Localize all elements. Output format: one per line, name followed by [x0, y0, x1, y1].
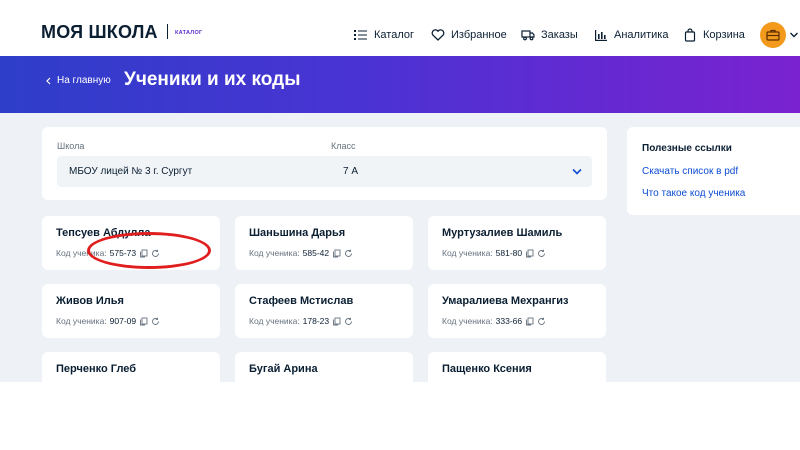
copy-icon[interactable]	[332, 317, 341, 326]
student-code: Код ученика: 178-23	[249, 316, 353, 326]
nav-analytics-label: Аналитика	[614, 29, 669, 41]
class-select[interactable]: 7 А	[331, 156, 592, 187]
class-select-value: 7 А	[343, 166, 359, 177]
filter-card: Школа МБОУ лицей № 3 г. Сургут Класс 7 А	[42, 127, 607, 200]
student-code: Код ученика: 581-80	[442, 248, 546, 258]
school-select-value: МБОУ лицей № 3 г. Сургут	[69, 166, 193, 177]
page-banner: На главную Ученики и их коды	[0, 56, 800, 113]
student-code-prefix: Код ученика:	[56, 248, 107, 258]
refresh-icon[interactable]	[151, 317, 160, 326]
briefcase-icon	[766, 29, 780, 41]
student-code-prefix: Код ученика:	[249, 248, 300, 258]
copy-icon[interactable]	[139, 317, 148, 326]
student-code-value: 178-23	[302, 316, 330, 326]
student-code-prefix: Код ученика:	[442, 248, 493, 258]
back-link-label: На главную	[57, 75, 111, 86]
refresh-icon[interactable]	[344, 249, 353, 258]
nav-favorites-label: Избранное	[451, 29, 507, 41]
nav-cart-label: Корзина	[703, 29, 745, 41]
student-code-value: 333-66	[495, 316, 523, 326]
student-code-value: 907-09	[109, 316, 137, 326]
refresh-icon[interactable]	[537, 317, 546, 326]
copy-icon[interactable]	[332, 249, 341, 258]
student-code-prefix: Код ученика:	[249, 316, 300, 326]
student-card[interactable]: Шаньшина Дарья Код ученика: 585-42	[235, 216, 413, 270]
nav-orders-label: Заказы	[541, 29, 578, 41]
student-code-value: 581-80	[495, 248, 523, 258]
student-card[interactable]: Живов Илья Код ученика: 907-09	[42, 284, 220, 338]
truck-icon	[521, 30, 535, 41]
student-name: Шаньшина Дарья	[249, 227, 346, 239]
shopping-bag-icon	[684, 28, 696, 42]
logo-divider	[167, 24, 168, 39]
student-name: Пащенко Ксения	[442, 363, 532, 375]
screenshot-crop-area	[0, 382, 800, 450]
logo-subtitle: КАТАЛОГ	[175, 30, 203, 36]
class-label: Класс	[331, 141, 356, 151]
student-code-info-link[interactable]: Что такое код ученика	[642, 188, 745, 199]
student-card[interactable]: Муртузалиев Шамиль Код ученика: 581-80	[428, 216, 606, 270]
student-card[interactable]: Умаралиева Мехрангиз Код ученика: 333-66	[428, 284, 606, 338]
user-avatar[interactable]	[760, 22, 786, 48]
student-code: Код ученика: 575-73	[56, 248, 160, 258]
refresh-icon[interactable]	[537, 249, 546, 258]
logo[interactable]: МОЯ ШКОЛА	[41, 22, 158, 43]
page-title: Ученики и их коды	[124, 69, 301, 90]
student-code: Код ученика: 585-42	[249, 248, 353, 258]
download-pdf-link[interactable]: Скачать список в pdf	[642, 166, 738, 177]
heart-icon	[431, 29, 445, 41]
student-code-value: 585-42	[302, 248, 330, 258]
school-label: Школа	[57, 141, 85, 151]
student-name: Умаралиева Мехрангиз	[442, 295, 569, 307]
top-header: МОЯ ШКОЛА КАТАЛОГ Каталог Избранное Зака…	[0, 0, 800, 56]
nav-orders[interactable]: Заказы	[521, 27, 578, 43]
chevron-down-icon[interactable]	[789, 31, 799, 39]
chevron-left-icon	[46, 77, 51, 84]
student-card[interactable]: Тепсуев Абдулла Код ученика: 575-73	[42, 216, 220, 270]
refresh-icon[interactable]	[344, 317, 353, 326]
nav-catalog-label: Каталог	[374, 29, 414, 41]
refresh-icon[interactable]	[151, 249, 160, 258]
nav-cart[interactable]: Корзина	[683, 27, 745, 43]
nav-analytics[interactable]: Аналитика	[594, 27, 668, 43]
student-name: Живов Илья	[56, 295, 124, 307]
bar-chart-icon	[595, 30, 607, 41]
student-name: Перченко Глеб	[56, 363, 137, 375]
nav-catalog[interactable]: Каталог	[354, 27, 414, 43]
student-card[interactable]: Стафеев Мстислав Код ученика: 178-23	[235, 284, 413, 338]
student-code: Код ученика: 907-09	[56, 316, 160, 326]
student-code: Код ученика: 333-66	[442, 316, 546, 326]
nav-favorites[interactable]: Избранное	[431, 27, 507, 43]
useful-links-card: Полезные ссылки Скачать список в pdf Что…	[627, 127, 800, 215]
student-name: Муртузалиев Шамиль	[442, 227, 563, 239]
useful-links-title: Полезные ссылки	[642, 143, 732, 154]
student-name: Стафеев Мстислав	[249, 295, 354, 307]
student-code-prefix: Код ученика:	[442, 316, 493, 326]
copy-icon[interactable]	[525, 249, 534, 258]
student-code-prefix: Код ученика:	[56, 316, 107, 326]
student-name: Бугай Арина	[249, 363, 318, 375]
student-name: Тепсуев Абдулла	[56, 227, 151, 239]
chevron-down-icon	[572, 168, 582, 175]
school-select[interactable]: МБОУ лицей № 3 г. Сургут	[57, 156, 355, 187]
copy-icon[interactable]	[139, 249, 148, 258]
back-link[interactable]: На главную	[46, 75, 111, 86]
list-icon	[354, 30, 367, 40]
student-code-value: 575-73	[109, 248, 137, 258]
copy-icon[interactable]	[525, 317, 534, 326]
